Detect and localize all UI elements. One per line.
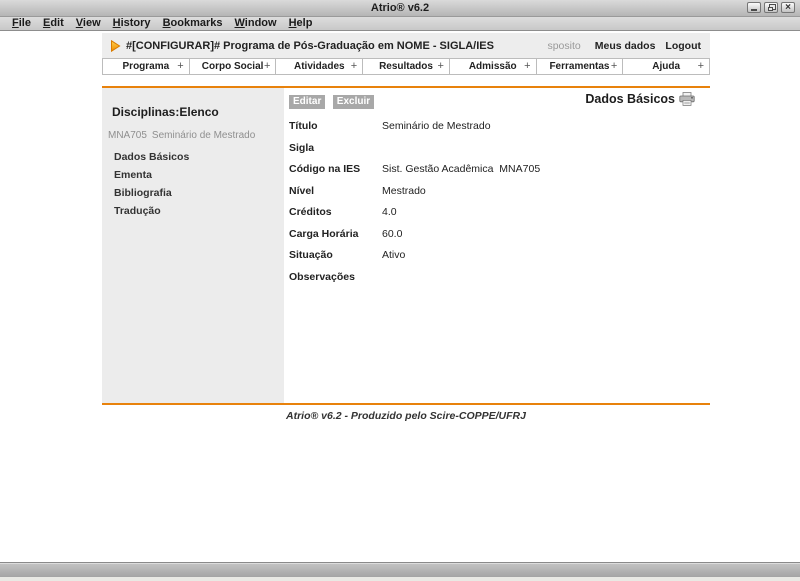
field-row-sigla: Sigla — [289, 142, 695, 164]
field-label: Observações — [289, 271, 382, 283]
tab-ferramentas[interactable]: Ferramentas + — [536, 58, 624, 75]
field-value: Mestrado — [382, 185, 426, 197]
tab-expand-plus-icon[interactable]: + — [524, 60, 530, 72]
field-label: Créditos — [289, 206, 382, 218]
sidebar-item-dados-basicos[interactable]: Dados Básicos — [114, 152, 284, 163]
restore-icon — [768, 7, 773, 11]
tab-label: Atividades — [294, 61, 345, 72]
field-label: Nível — [289, 185, 382, 197]
tab-programa[interactable]: Programa + — [102, 58, 190, 75]
page-header-band: #[CONFIGURAR]# Programa de Pós-Graduação… — [102, 33, 710, 75]
field-label: Título — [289, 120, 382, 132]
field-label: Sigla — [289, 142, 382, 154]
app-window: Atrio® v6.2 File Edit View History Bookm… — [0, 0, 800, 581]
minimize-button[interactable] — [747, 2, 761, 13]
menu-view[interactable]: View — [70, 17, 107, 30]
tab-resultados[interactable]: Resultados + — [362, 58, 450, 75]
menu-bar: File Edit View History Bookmarks Window … — [0, 17, 800, 31]
field-row-codigo-ies: Código na IES Sist. Gestão Acadêmica MNA… — [289, 163, 695, 185]
main-toolbar: Editar Excluir Dados Básicos — [289, 91, 695, 109]
tab-label: Ferramentas — [549, 61, 609, 72]
main-panel: Editar Excluir Dados Básicos — [284, 88, 710, 403]
field-label: Situação — [289, 249, 382, 261]
title-bar: Atrio® v6.2 — [0, 0, 800, 17]
username-label: sposito — [547, 40, 580, 52]
section-heading: Dados Básicos — [585, 92, 695, 106]
page-content: #[CONFIGURAR]# Programa de Pós-Graduação… — [102, 33, 710, 422]
menu-history[interactable]: History — [107, 17, 157, 30]
window-title: Atrio® v6.2 — [0, 2, 800, 14]
header-gap — [102, 75, 710, 86]
tab-expand-plus-icon[interactable]: + — [698, 60, 704, 72]
status-bar-band — [0, 562, 800, 577]
tab-label: Resultados — [379, 61, 433, 72]
restore-button[interactable] — [764, 2, 778, 13]
tab-corpo-social[interactable]: Corpo Social + — [189, 58, 277, 75]
menu-edit[interactable]: Edit — [37, 17, 70, 30]
field-value: Sist. Gestão Acadêmica MNA705 — [382, 163, 540, 175]
field-value: Seminário de Mestrado — [382, 120, 491, 132]
browser-viewport: #[CONFIGURAR]# Programa de Pós-Graduação… — [0, 31, 800, 562]
fields-list: Título Seminário de Mestrado Sigla Códig… — [289, 120, 695, 292]
menu-file[interactable]: File — [6, 17, 37, 30]
logout-link[interactable]: Logout — [665, 40, 701, 52]
meus-dados-link[interactable]: Meus dados — [595, 40, 656, 52]
discipline-title: Seminário de Mestrado — [152, 130, 255, 141]
editar-button[interactable]: Editar — [289, 95, 325, 109]
orange-arrow-icon — [110, 40, 121, 52]
tab-label: Corpo Social — [202, 61, 264, 72]
status-bar — [0, 562, 800, 581]
excluir-button[interactable]: Excluir — [333, 95, 374, 109]
field-label: Código na IES — [289, 163, 382, 175]
sidebar-item-bibliografia[interactable]: Bibliografia — [114, 188, 284, 199]
section-heading-label: Dados Básicos — [585, 92, 675, 106]
tab-expand-plus-icon[interactable]: + — [611, 60, 617, 72]
sidebar: Disciplinas:Elenco MNA705 Seminário de Me… — [102, 88, 284, 403]
field-value: 60.0 — [382, 228, 402, 240]
field-label: Carga Horária — [289, 228, 382, 240]
tab-expand-plus-icon[interactable]: + — [264, 60, 270, 72]
field-value: 4.0 — [382, 206, 397, 218]
field-row-nivel: Nível Mestrado — [289, 185, 695, 207]
field-value: Ativo — [382, 249, 405, 261]
tab-label: Admissão — [469, 61, 517, 72]
printer-icon[interactable] — [679, 92, 695, 106]
sidebar-menu: Dados Básicos Ementa Bibliografia Traduç… — [102, 152, 284, 217]
action-buttons: Editar Excluir — [289, 91, 377, 109]
menu-help[interactable]: Help — [283, 17, 319, 30]
tab-expand-plus-icon[interactable]: + — [351, 60, 357, 72]
menu-window[interactable]: Window — [229, 17, 283, 30]
sidebar-heading: Disciplinas:Elenco — [112, 105, 284, 119]
nav-tabs: Programa + Corpo Social + Atividades + R… — [102, 58, 710, 75]
program-context-title: #[CONFIGURAR]# Programa de Pós-Graduação… — [126, 40, 494, 52]
field-row-titulo: Título Seminário de Mestrado — [289, 120, 695, 142]
status-bar-strip — [0, 577, 800, 581]
window-controls — [747, 2, 795, 13]
tab-expand-plus-icon[interactable]: + — [177, 60, 183, 72]
field-row-creditos: Créditos 4.0 — [289, 206, 695, 228]
menu-bookmarks[interactable]: Bookmarks — [157, 17, 229, 30]
tab-expand-plus-icon[interactable]: + — [437, 60, 443, 72]
footer-credit: Atrio® v6.2 - Produzido pelo Scire-COPPE… — [102, 405, 710, 422]
tab-admissao[interactable]: Admissão + — [449, 58, 537, 75]
discipline-context: MNA705 Seminário de Mestrado — [108, 130, 284, 141]
tab-ajuda[interactable]: Ajuda + — [622, 58, 710, 75]
field-row-situacao: Situação Ativo — [289, 249, 695, 271]
field-row-observacoes: Observações — [289, 271, 695, 293]
tab-label: Ajuda — [652, 61, 680, 72]
tab-label: Programa — [123, 61, 170, 72]
minimize-icon — [751, 9, 757, 11]
content-area: Disciplinas:Elenco MNA705 Seminário de Me… — [102, 88, 710, 403]
field-row-carga-horaria: Carga Horária 60.0 — [289, 228, 695, 250]
tab-atividades[interactable]: Atividades + — [275, 58, 363, 75]
discipline-code: MNA705 — [108, 130, 147, 141]
sidebar-item-ementa[interactable]: Ementa — [114, 170, 284, 181]
close-button[interactable] — [781, 2, 795, 13]
page-header: #[CONFIGURAR]# Programa de Pós-Graduação… — [102, 33, 710, 58]
sidebar-item-traducao[interactable]: Tradução — [114, 206, 284, 217]
